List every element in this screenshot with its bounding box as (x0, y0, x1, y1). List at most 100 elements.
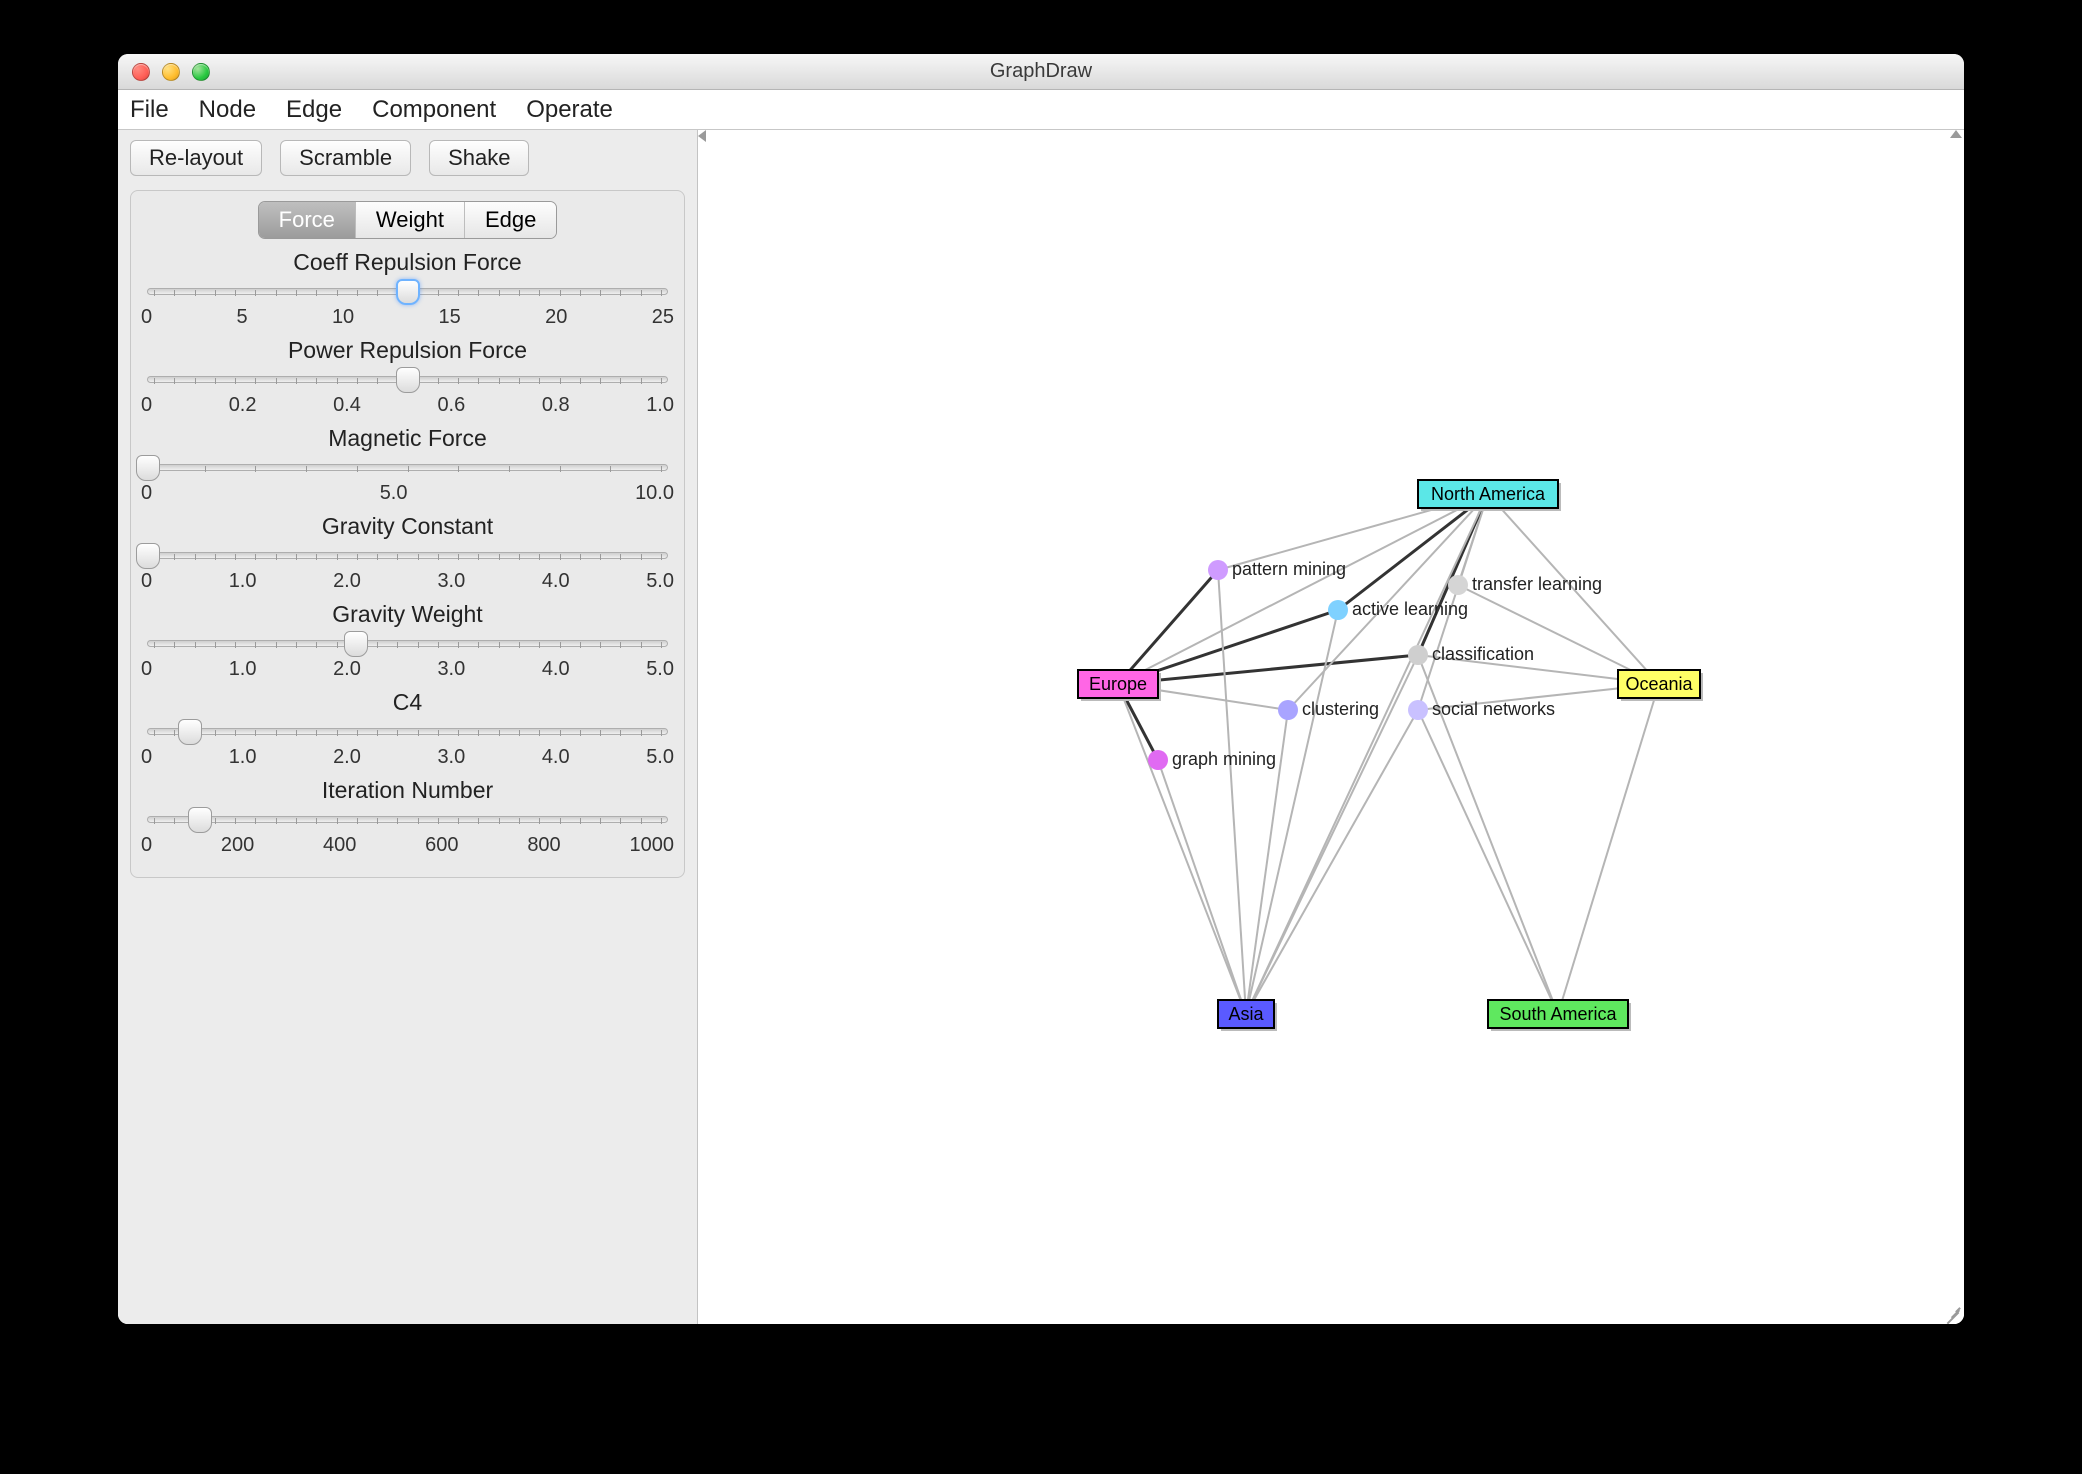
slider-ticks: 01.02.03.04.05.0 (141, 568, 674, 593)
slider-tick-label: 0 (141, 306, 152, 329)
slider-tick-label: 1.0 (646, 394, 674, 417)
slider-tick-label: 20 (545, 306, 567, 329)
graph-edge (1118, 684, 1246, 1014)
slider-tick-label: 0.8 (542, 394, 570, 417)
menu-file[interactable]: File (130, 96, 169, 124)
slider-tick-label: 0 (141, 658, 152, 681)
topic-label: classification (1432, 644, 1534, 664)
slider-ticks: 05.010.0 (141, 480, 674, 505)
topic-label: active learning (1352, 599, 1468, 619)
slider-power-repulsion: Power Repulsion Force 00.20.40.60.81.0 (141, 337, 674, 417)
slider-thumb[interactable] (188, 807, 212, 833)
topic-node[interactable] (1328, 600, 1348, 620)
slider-tick-label: 25 (652, 306, 674, 329)
topic-node[interactable] (1408, 645, 1428, 665)
slider-c4: C4 01.02.03.04.05.0 (141, 689, 674, 769)
topic-node[interactable] (1148, 750, 1168, 770)
region-label: North America (1431, 484, 1546, 504)
menubar: File Node Edge Component Operate (118, 90, 1964, 130)
slider-tick-label: 400 (323, 834, 356, 857)
slider-tick-label: 1.0 (229, 746, 257, 769)
slider-iteration: Iteration Number 02004006008001000 (141, 777, 674, 857)
slider-thumb[interactable] (136, 543, 160, 569)
region-label: South America (1499, 1004, 1617, 1024)
slider-tick-label: 4.0 (542, 570, 570, 593)
tab-weight[interactable]: Weight (356, 202, 465, 238)
slider-tick-label: 1.0 (229, 658, 257, 681)
slider-track[interactable] (141, 718, 674, 744)
graph-edge (1418, 710, 1558, 1014)
topic-label: pattern mining (1232, 559, 1346, 579)
scramble-button[interactable]: Scramble (280, 140, 411, 176)
close-icon[interactable] (132, 63, 150, 81)
topic-label: transfer learning (1472, 574, 1602, 594)
slider-tick-label: 5.0 (380, 482, 408, 505)
slider-tick-label: 800 (527, 834, 560, 857)
slider-track[interactable] (141, 630, 674, 656)
slider-gravity-weight: Gravity Weight 01.02.03.04.05.0 (141, 601, 674, 681)
slider-tick-label: 3.0 (437, 570, 465, 593)
slider-tick-label: 2.0 (333, 746, 361, 769)
slider-thumb[interactable] (396, 367, 420, 393)
slider-track[interactable] (141, 542, 674, 568)
menu-operate[interactable]: Operate (526, 96, 613, 124)
slider-tick-label: 0 (141, 834, 152, 857)
sidebar: Re-layout Scramble Shake Force Weight Ed… (118, 130, 698, 1324)
force-panel: Force Weight Edge Coeff Repulsion Force … (130, 190, 685, 878)
slider-ticks: 01.02.03.04.05.0 (141, 744, 674, 769)
slider-tick-label: 3.0 (437, 746, 465, 769)
tab-edge[interactable]: Edge (465, 202, 556, 238)
graph-edge (1338, 494, 1488, 610)
slider-track[interactable] (141, 366, 674, 392)
topic-label: graph mining (1172, 749, 1276, 769)
tab-force[interactable]: Force (259, 202, 356, 238)
slider-tick-label: 10 (332, 306, 354, 329)
toolbar: Re-layout Scramble Shake (130, 140, 685, 176)
zoom-icon[interactable] (192, 63, 210, 81)
slider-tick-label: 0.6 (437, 394, 465, 417)
relayout-button[interactable]: Re-layout (130, 140, 262, 176)
slider-tick-label: 0 (141, 746, 152, 769)
menu-node[interactable]: Node (199, 96, 256, 124)
titlebar: GraphDraw (118, 54, 1964, 90)
slider-track[interactable] (141, 278, 674, 304)
slider-tick-label: 5 (236, 306, 247, 329)
slider-tick-label: 0.4 (333, 394, 361, 417)
panel-tabs: Force Weight Edge (258, 201, 558, 239)
slider-track[interactable] (141, 454, 674, 480)
slider-label: Iteration Number (141, 777, 674, 804)
slider-thumb[interactable] (396, 279, 420, 305)
slider-label: Gravity Weight (141, 601, 674, 628)
shake-button[interactable]: Shake (429, 140, 529, 176)
topic-node[interactable] (1208, 560, 1228, 580)
slider-ticks: 0510152025 (141, 304, 674, 329)
menu-component[interactable]: Component (372, 96, 496, 124)
resize-grip-icon[interactable] (1943, 1303, 1961, 1321)
slider-coeff-repulsion: Coeff Repulsion Force 0510152025 (141, 249, 674, 329)
slider-tick-label: 10.0 (635, 482, 674, 505)
graph-canvas[interactable]: pattern mining active learningtransfer le… (698, 130, 1964, 1324)
slider-tick-label: 0.2 (229, 394, 257, 417)
slider-thumb[interactable] (178, 719, 202, 745)
slider-tick-label: 200 (221, 834, 254, 857)
window-title: GraphDraw (118, 60, 1964, 83)
slider-track[interactable] (141, 806, 674, 832)
slider-tick-label: 4.0 (542, 658, 570, 681)
graph-edge (1558, 684, 1659, 1014)
slider-label: Gravity Constant (141, 513, 674, 540)
slider-tick-label: 5.0 (646, 746, 674, 769)
minimize-icon[interactable] (162, 63, 180, 81)
slider-ticks: 01.02.03.04.05.0 (141, 656, 674, 681)
slider-thumb[interactable] (136, 455, 160, 481)
topic-node[interactable] (1278, 700, 1298, 720)
menu-edge[interactable]: Edge (286, 96, 342, 124)
slider-tick-label: 5.0 (646, 658, 674, 681)
slider-tick-label: 2.0 (333, 658, 361, 681)
topic-node[interactable] (1408, 700, 1428, 720)
slider-magnetic: Magnetic Force 05.010.0 (141, 425, 674, 505)
slider-tick-label: 0 (141, 394, 152, 417)
traffic-lights (118, 63, 210, 81)
region-label: Oceania (1625, 674, 1693, 694)
slider-thumb[interactable] (344, 631, 368, 657)
topic-node[interactable] (1448, 575, 1468, 595)
